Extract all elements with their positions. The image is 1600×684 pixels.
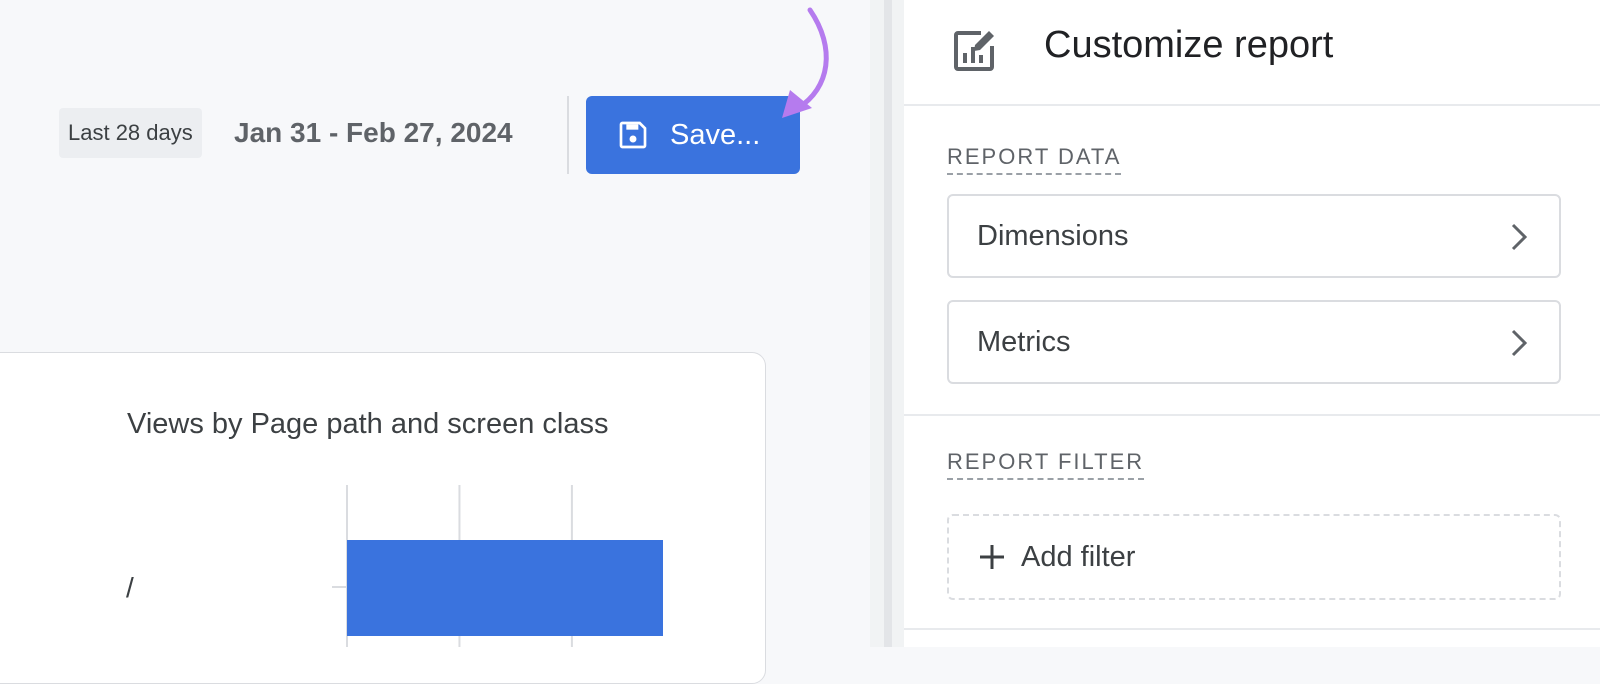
panel-title: Customize report xyxy=(1044,24,1334,66)
date-range-chip[interactable]: Last 28 days xyxy=(59,108,202,158)
chevron-right-icon xyxy=(1507,222,1531,252)
annotation-arrow xyxy=(782,7,829,118)
chevron-right-icon xyxy=(1507,328,1531,358)
category-label: / xyxy=(126,572,134,603)
plus-icon xyxy=(977,542,1007,572)
report-area: Last 28 days Jan 31 - Feb 27, 2024 Save.… xyxy=(0,0,870,684)
section-divider xyxy=(904,414,1600,416)
report-filter-label: REPORT FILTER xyxy=(947,449,1145,480)
panel-header: Customize report xyxy=(904,0,1600,106)
panel-resize-handle[interactable] xyxy=(870,0,904,647)
report-data-label: REPORT DATA xyxy=(947,144,1122,175)
floppy-disk-icon xyxy=(617,119,649,151)
toolbar-divider xyxy=(567,96,569,174)
chart-title: Views by Page path and screen class xyxy=(127,408,609,440)
save-button[interactable]: Save... xyxy=(586,96,800,174)
dimensions-button[interactable]: Dimensions xyxy=(947,194,1561,278)
edit-chart-icon xyxy=(951,28,997,74)
date-range-text[interactable]: Jan 31 - Feb 27, 2024 xyxy=(234,108,513,158)
add-filter-button[interactable]: Add filter xyxy=(947,514,1561,600)
metrics-label: Metrics xyxy=(977,325,1071,358)
customize-report-panel: Customize report REPORT DATA Dimensions … xyxy=(904,0,1600,647)
bar xyxy=(347,540,663,636)
save-button-label: Save... xyxy=(670,118,761,151)
bar-chart: / xyxy=(126,485,663,647)
metrics-button[interactable]: Metrics xyxy=(947,300,1561,384)
section-divider xyxy=(904,628,1600,630)
dimensions-label: Dimensions xyxy=(977,219,1129,252)
add-filter-label: Add filter xyxy=(1021,540,1136,573)
